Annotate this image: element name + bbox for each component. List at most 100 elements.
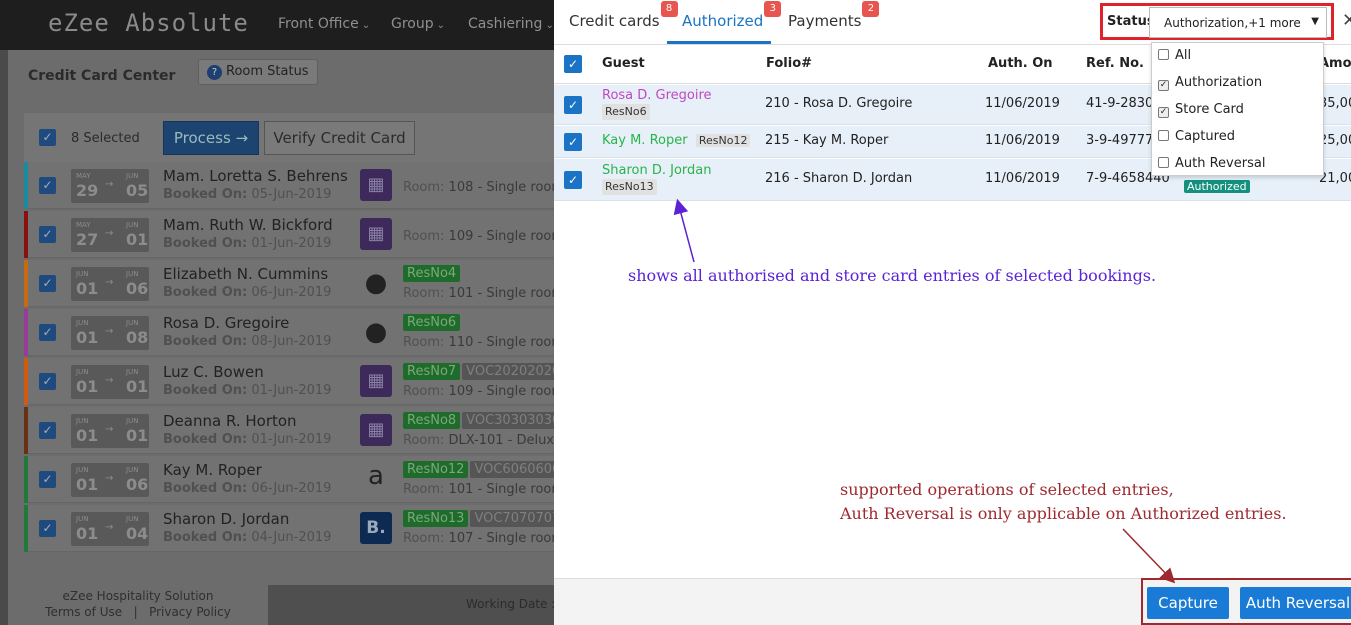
booked-on: Booked On: 04-Jun-2019 (163, 530, 332, 545)
chevron-down-icon: ⌄ (436, 20, 446, 31)
nav-group[interactable]: Group ⌄ (391, 16, 445, 32)
auth-reversal-button[interactable]: Auth Reversal (1240, 587, 1351, 619)
column-ref-no[interactable]: Ref. No. (1086, 56, 1144, 71)
booking-row[interactable]: ✓ MAY 27 → JUN 01 Mam. Ruth W. Bickford Booked … (24, 211, 564, 258)
arrow-right-icon: → (105, 277, 114, 288)
status-option[interactable]: ✓ Store Card (1158, 102, 1244, 118)
room-info: Room: 110 - Single room (403, 335, 565, 350)
entry-checkbox[interactable]: ✓ (564, 96, 582, 114)
room-info: Room: 101 - Single room (403, 286, 565, 301)
booked-on: Booked On: 01-Jun-2019 (163, 383, 332, 398)
column-auth-on[interactable]: Auth. On (988, 56, 1053, 71)
folio-cell: 210 - Rosa D. Gregoire (765, 96, 913, 111)
booking-checkbox[interactable]: ✓ (39, 520, 56, 537)
arrival-month: JUN (76, 368, 89, 376)
booking-checkbox[interactable]: ✓ (39, 177, 56, 194)
close-icon[interactable]: ✕ (1342, 10, 1351, 31)
booking-row[interactable]: ✓ MAY 29 → JUN 05 Mam. Loretta S. Behrens Booke… (24, 162, 564, 209)
booking-color-strip (24, 456, 28, 503)
booking-checkbox[interactable]: ✓ (39, 373, 56, 390)
guest-name-link[interactable]: Sharon D. Jordan (602, 163, 711, 179)
guest-name[interactable]: Sharon D. Jordan (163, 510, 289, 528)
column-folio[interactable]: Folio# (766, 56, 812, 71)
booking-checkbox[interactable]: ✓ (39, 324, 56, 341)
tab-authorized[interactable]: Authorized 3 (682, 1, 782, 30)
booking-checkbox[interactable]: ✓ (39, 226, 56, 243)
tab-credit-cards[interactable]: Credit cards 8 (569, 1, 678, 30)
guest-name[interactable]: Mam. Loretta S. Behrens (163, 167, 348, 185)
verify-credit-card-button[interactable]: Verify Credit Card (264, 121, 415, 155)
status-label: Status (1107, 14, 1155, 29)
privacy-link[interactable]: Privacy Policy (149, 605, 231, 619)
guest-name[interactable]: Elizabeth N. Cummins (163, 265, 328, 283)
booking-row[interactable]: ✓ JUN 01 → JUN 01 Luz C. Bowen Booked On: 01-Ju… (24, 358, 565, 405)
amazon-source-icon: a (368, 461, 384, 491)
status-select-value: Authorization,+1 more (1164, 16, 1301, 30)
tab-payments[interactable]: Payments 2 (788, 1, 880, 30)
entry-checkbox[interactable]: ✓ (564, 133, 582, 151)
booking-checkbox[interactable]: ✓ (39, 275, 56, 292)
terms-link[interactable]: Terms of Use (45, 605, 122, 619)
arrow-right-icon: → (105, 228, 114, 239)
departure-month: JUN (126, 417, 139, 425)
booking-row[interactable]: ✓ JUN 01 → JUN 06 Elizabeth N. Cummins Booked O… (24, 260, 564, 307)
guest-name[interactable]: Luz C. Bowen (163, 363, 264, 381)
booking-row[interactable]: ✓ JUN 01 → JUN 06 Kay M. Roper Booked On: 06-Ju… (24, 456, 566, 503)
option-checkbox[interactable] (1158, 49, 1169, 60)
booking-color-strip (24, 211, 28, 258)
room-info: Room: 108 - Single room (403, 180, 565, 195)
booking-checkbox[interactable]: ✓ (39, 471, 56, 488)
status-option[interactable]: Auth Reversal (1158, 156, 1265, 171)
departure-month: JUN (126, 319, 139, 327)
nav-cashiering[interactable]: Cashiering ⌄ (468, 16, 554, 32)
guest-name-link[interactable]: Kay M. Roper (602, 133, 688, 148)
guest-name[interactable]: Kay M. Roper (163, 461, 262, 479)
departure-month: JUN (126, 466, 139, 474)
option-checkbox[interactable] (1158, 157, 1169, 168)
booking-row[interactable]: ✓ JUN 01 → JUN 01 Deanna R. Horton Booked On: 0… (24, 407, 566, 454)
booked-on: Booked On: 08-Jun-2019 (163, 334, 332, 349)
booking-tags: ResNo8 VOC30303030 (403, 412, 566, 429)
page-title: Credit Card Center (28, 68, 176, 84)
option-checkbox[interactable]: ✓ (1158, 107, 1169, 118)
annotation-operations: supported operations of selected entries… (840, 480, 1287, 523)
process-button[interactable]: Process → (163, 121, 259, 155)
guest-name[interactable]: Rosa D. Gregoire (163, 314, 289, 332)
departure-month: JUN (126, 368, 139, 376)
column-guest[interactable]: Guest (602, 56, 645, 71)
globe-source-icon: ● (364, 268, 388, 298)
arrival-month: MAY (76, 221, 91, 229)
guest-name[interactable]: Deanna R. Horton (163, 412, 297, 430)
auth-on-cell: 11/06/2019 (985, 96, 1060, 111)
booking-row[interactable]: ✓ JUN 01 → JUN 04 Sharon D. Jordan Booked On: 0… (24, 505, 565, 552)
reservation-tag: ResNo12 (403, 461, 469, 478)
select-all-checkbox[interactable]: ✓ (39, 129, 56, 146)
status-dropdown: All ✓ Authorization ✓ Store Card Captured Auth… (1151, 42, 1324, 176)
entry-checkbox[interactable]: ✓ (564, 171, 582, 189)
booking-tags: ResNo12 VOC6060606 (403, 461, 566, 478)
hotel-source-icon: ▦ (360, 414, 392, 446)
departure-day: 06 (126, 279, 149, 298)
option-checkbox[interactable]: ✓ (1158, 80, 1169, 91)
booking-row[interactable]: ✓ JUN 01 → JUN 08 Rosa D. Gregoire Booked On: 0… (24, 309, 564, 356)
app-logo: eZee Absolute (48, 9, 249, 37)
booking-color-strip (24, 260, 28, 307)
guest-name-link[interactable]: Rosa D. Gregoire (602, 88, 712, 104)
nav-front-office[interactable]: Front Office ⌄ (278, 16, 370, 32)
stay-dates: JUN 01 → JUN 06 (71, 267, 149, 301)
departure-day: 08 (126, 328, 149, 347)
status-option[interactable]: All (1158, 48, 1191, 63)
option-checkbox[interactable] (1158, 130, 1169, 141)
arrival-day: 01 (76, 328, 99, 347)
footer-company: eZee Hospitality Solution (62, 589, 214, 603)
select-all-entries-checkbox[interactable]: ✓ (564, 55, 582, 73)
status-option[interactable]: Captured (1158, 129, 1235, 144)
status-select[interactable]: Authorization,+1 more ▼ (1149, 7, 1327, 38)
reservation-tag: ResNo13 (403, 510, 469, 527)
status-option[interactable]: ✓ Authorization (1158, 75, 1262, 91)
booking-checkbox[interactable]: ✓ (39, 422, 56, 439)
guest-name[interactable]: Mam. Ruth W. Bickford (163, 216, 333, 234)
capture-button[interactable]: Capture (1147, 587, 1229, 619)
departure-month: JUN (126, 221, 139, 229)
room-status-button[interactable]: ? Room Status (198, 59, 318, 85)
